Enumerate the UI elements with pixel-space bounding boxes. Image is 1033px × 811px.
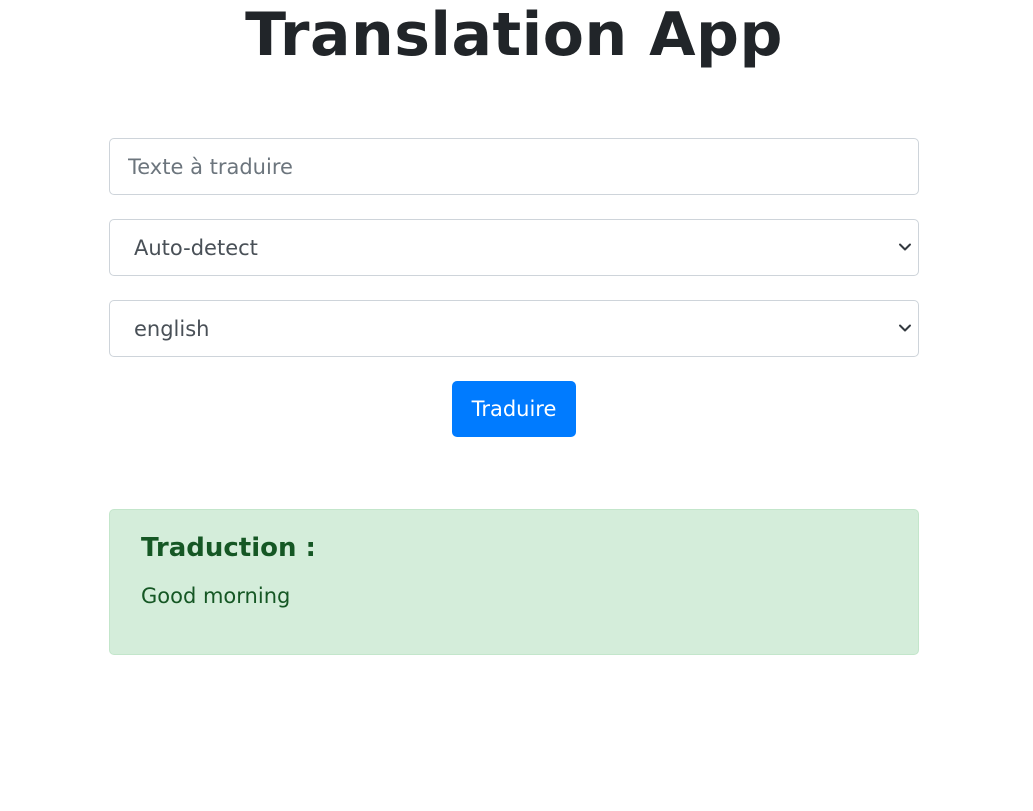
chevron-down-icon — [899, 324, 911, 331]
target-language-select[interactable]: english — [109, 300, 919, 357]
page-title: Translation App — [245, 0, 783, 70]
text-to-translate-input[interactable] — [109, 138, 919, 195]
chevron-down-icon — [899, 243, 911, 250]
result-text: Good morning — [141, 584, 291, 608]
source-language-select[interactable]: Auto-detect — [109, 219, 919, 276]
translate-button[interactable]: Traduire — [452, 381, 576, 437]
source-language-selected-value: Auto-detect — [134, 235, 258, 260]
translation-result-alert: Traduction : Good morning — [109, 509, 919, 655]
target-language-selected-value: english — [134, 316, 210, 341]
result-heading: Traduction : — [141, 533, 316, 563]
